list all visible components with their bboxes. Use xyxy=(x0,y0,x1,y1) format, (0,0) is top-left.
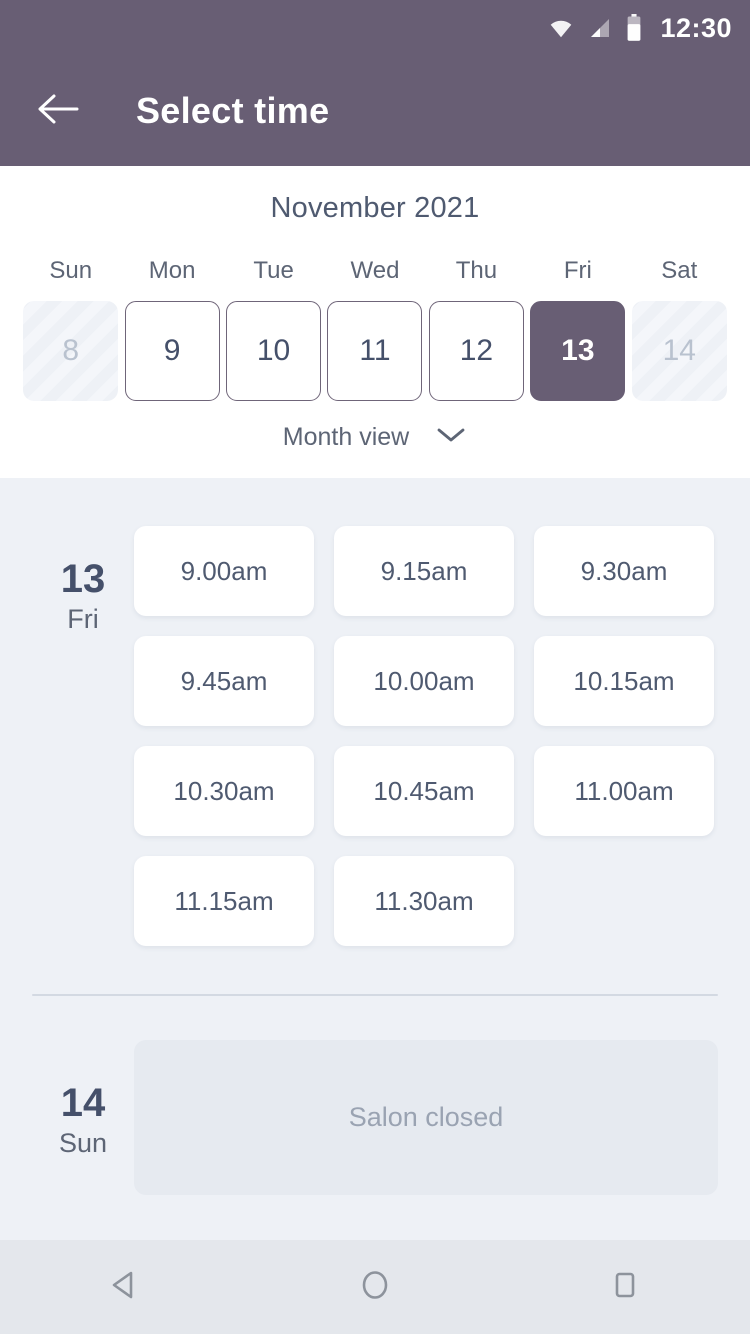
time-slot[interactable]: 11.30am xyxy=(334,856,514,946)
calendar-day-12[interactable]: 12 xyxy=(428,301,524,401)
day-group-14: 14 Sun Salon closed xyxy=(0,996,750,1195)
weekday-label: Mon xyxy=(148,257,196,284)
time-slot[interactable]: 10.45am xyxy=(334,746,514,836)
time-slot[interactable]: 11.15am xyxy=(134,856,314,946)
status-bar-clock: 12:30 xyxy=(660,12,732,43)
weekday-label: Sat xyxy=(661,257,698,284)
time-slot[interactable]: 10.30am xyxy=(134,746,314,836)
day-group-date-number: 14 xyxy=(60,1081,106,1125)
day-group-date-weekday: Sun xyxy=(58,1128,108,1158)
month-view-toggle-label: Month view xyxy=(282,423,410,451)
weekday-label: Fri xyxy=(563,257,592,284)
nav-home-circle-icon xyxy=(356,1266,394,1309)
calendar-day-row: 8 9 10 11 12 13 14 xyxy=(20,301,730,401)
nav-back-button[interactable] xyxy=(70,1240,180,1334)
calendar-day-8: 8 xyxy=(23,301,119,401)
time-slot[interactable]: 10.15am xyxy=(534,636,714,726)
calendar-day-9[interactable]: 9 xyxy=(124,301,220,401)
back-arrow-icon xyxy=(36,92,80,131)
salon-closed-card: Salon closed xyxy=(134,1040,718,1195)
calendar-day-10[interactable]: 10 xyxy=(226,301,322,401)
battery-icon xyxy=(626,14,642,42)
time-slot[interactable]: 9.00am xyxy=(134,526,314,616)
nav-back-triangle-icon xyxy=(106,1266,144,1309)
day-group-13: 13 Fri 9.00am 9.15am 9.30am 9.45am 10.00… xyxy=(0,478,750,946)
chevron-down-icon xyxy=(435,425,467,450)
nav-home-button[interactable] xyxy=(320,1240,430,1334)
weekday-label: Tue xyxy=(253,257,294,284)
day-group-date-number: 13 xyxy=(60,557,106,601)
weekday-label: Thu xyxy=(455,257,498,284)
calendar-panel: November 2021 Sun Mon Tue Wed Thu Fri Sa… xyxy=(0,166,750,478)
cellular-signal-icon xyxy=(588,16,612,40)
app-bar: Select time xyxy=(0,56,750,166)
page-title: Select time xyxy=(136,90,330,131)
weekday-label: Wed xyxy=(350,257,400,284)
calendar-day-13-selected[interactable]: 13 xyxy=(530,301,626,401)
calendar-day-14: 14 xyxy=(631,301,727,401)
day-group-date: 14 Sun xyxy=(32,1040,134,1195)
time-slot[interactable]: 10.00am xyxy=(334,636,514,726)
time-slot[interactable]: 9.30am xyxy=(534,526,714,616)
android-navigation-bar xyxy=(0,1240,750,1334)
calendar-weekday-header: Sun Mon Tue Wed Thu Fri Sat xyxy=(20,257,730,285)
back-button[interactable] xyxy=(30,83,86,139)
day-group-date-weekday: Fri xyxy=(67,604,99,634)
schedule-list[interactable]: 13 Fri 9.00am 9.15am 9.30am 9.45am 10.00… xyxy=(0,478,750,1240)
select-time-screen: 12:30 Select time November 2021 Sun Mon … xyxy=(0,0,750,1334)
calendar-day-11[interactable]: 11 xyxy=(327,301,423,401)
time-slot[interactable]: 9.15am xyxy=(334,526,514,616)
time-slot[interactable]: 11.00am xyxy=(534,746,714,836)
status-bar: 12:30 xyxy=(0,0,750,56)
time-slot-grid: 9.00am 9.15am 9.30am 9.45am 10.00am 10.1… xyxy=(134,516,718,946)
weekday-label: Sun xyxy=(49,257,93,284)
time-slot[interactable]: 9.45am xyxy=(134,636,314,726)
wifi-icon xyxy=(548,15,574,41)
month-view-toggle[interactable]: Month view xyxy=(283,423,467,452)
day-group-date: 13 Fri xyxy=(32,516,134,946)
nav-recents-button[interactable] xyxy=(570,1240,680,1334)
calendar-month-title: November 2021 xyxy=(270,192,480,224)
nav-recents-square-icon xyxy=(606,1266,644,1309)
